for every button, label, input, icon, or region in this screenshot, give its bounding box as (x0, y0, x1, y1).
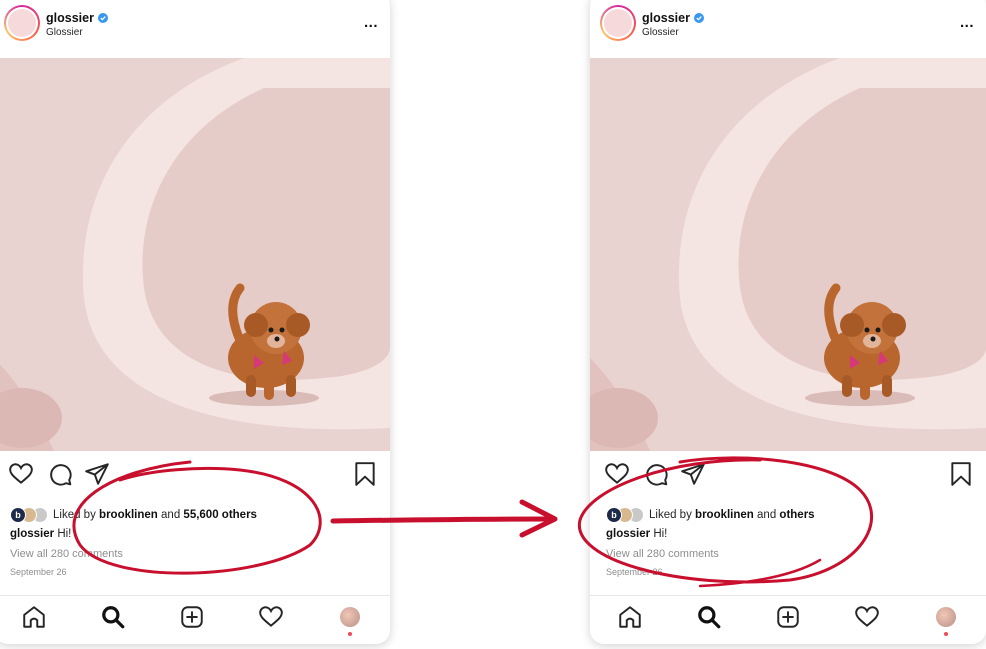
view-comments-link[interactable]: View all 280 comments (606, 548, 719, 560)
share-icon[interactable] (680, 461, 706, 487)
liked-by-user[interactable]: brooklinen (99, 509, 158, 521)
home-icon[interactable] (617, 604, 643, 630)
post-date: September 26 (606, 567, 663, 577)
search-icon[interactable] (696, 604, 722, 630)
new-post-icon[interactable] (775, 604, 801, 630)
post-header: glossier Glossier ... (0, 0, 390, 52)
post-header: glossier Glossier ... (590, 0, 986, 52)
likes-summary[interactable]: b Liked by brooklinen and others (606, 507, 815, 523)
verified-badge-icon (693, 13, 704, 23)
likes-count[interactable]: 55,600 others (183, 509, 257, 521)
likes-prefix: Liked by (649, 509, 692, 521)
account-subname: Glossier (642, 27, 679, 38)
post-actions-bar (0, 461, 390, 491)
post-photo[interactable] (0, 58, 390, 451)
bottom-tab-bar (590, 595, 986, 644)
likes-prefix: Liked by (53, 509, 96, 521)
profile-avatar[interactable] (4, 5, 40, 41)
bookmark-icon[interactable] (948, 461, 974, 487)
liker-avatars: b (10, 507, 48, 523)
puppy-in-pink-sculpture-image (0, 58, 390, 451)
more-options-button[interactable]: ... (364, 14, 378, 31)
post-caption: glossier Hi! (606, 528, 667, 540)
home-icon[interactable] (21, 604, 47, 630)
activity-heart-icon[interactable] (258, 604, 284, 630)
instagram-post-before: glossier Glossier ... b Liked by brookli… (0, 0, 390, 644)
heart-icon[interactable] (8, 461, 34, 487)
post-caption: glossier Hi! (10, 528, 71, 540)
instagram-post-after: glossier Glossier ... b Liked by brookli… (590, 0, 986, 644)
caption-username[interactable]: glossier (10, 528, 54, 540)
notification-dot (348, 632, 352, 636)
liker-avatar: b (10, 507, 26, 523)
arrow-head (519, 499, 558, 538)
share-icon[interactable] (84, 461, 110, 487)
view-comments-link[interactable]: View all 280 comments (10, 548, 123, 560)
likes-count[interactable]: others (779, 509, 814, 521)
search-icon[interactable] (100, 604, 126, 630)
username[interactable]: glossier (46, 11, 94, 25)
liker-avatars: b (606, 507, 644, 523)
profile-tab-avatar[interactable] (340, 607, 360, 627)
bookmark-icon[interactable] (352, 461, 378, 487)
likes-joiner: and (161, 509, 181, 521)
likes-joiner: and (757, 509, 777, 521)
liked-by-user[interactable]: brooklinen (695, 509, 754, 521)
post-photo[interactable] (590, 58, 986, 451)
post-date: September 26 (10, 567, 67, 577)
notification-dot (944, 632, 948, 636)
profile-tab-avatar[interactable] (936, 607, 956, 627)
profile-avatar[interactable] (600, 5, 636, 41)
bottom-tab-bar (0, 595, 390, 644)
caption-text: Hi! (653, 528, 668, 540)
caption-text: Hi! (57, 528, 72, 540)
liker-avatar: b (606, 507, 622, 523)
caption-username[interactable]: glossier (606, 528, 650, 540)
more-options-button[interactable]: ... (960, 14, 974, 31)
comment-icon[interactable] (643, 461, 669, 487)
account-subname: Glossier (46, 27, 83, 38)
username[interactable]: glossier (642, 11, 690, 25)
post-actions-bar (590, 461, 986, 491)
likes-summary[interactable]: b Liked by brooklinen and 55,600 others (10, 507, 257, 523)
activity-heart-icon[interactable] (854, 604, 880, 630)
comment-icon[interactable] (47, 461, 73, 487)
heart-icon[interactable] (604, 461, 630, 487)
puppy-in-pink-sculpture-image (590, 58, 986, 451)
verified-badge-icon (97, 13, 108, 23)
new-post-icon[interactable] (179, 604, 205, 630)
